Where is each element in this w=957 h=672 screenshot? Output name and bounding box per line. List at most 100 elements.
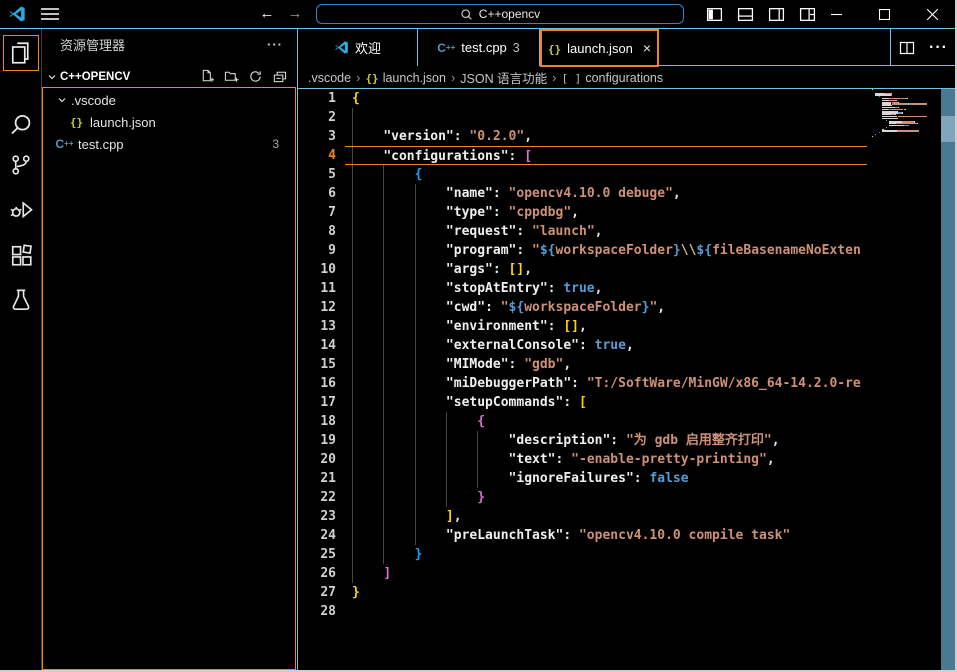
breadcrumb-item[interactable]: .vscode: [308, 71, 351, 85]
code-line[interactable]: 5 {: [298, 165, 868, 184]
more-actions-icon[interactable]: ···: [929, 39, 948, 57]
breadcrumb-item[interactable]: {}launch.json: [365, 71, 446, 85]
code-content: "args": [],: [345, 260, 867, 279]
tree-item--vscode[interactable]: .vscode: [42, 89, 297, 111]
code-content: "MIMode": "gdb",: [345, 355, 867, 374]
tree-item-label: .vscode: [71, 93, 116, 108]
forward-button[interactable]: →: [284, 3, 306, 25]
code-text: "name": "opencv4.10.0 debuge",: [345, 184, 867, 203]
code-line[interactable]: 11 "stopAtEntry": true,: [298, 279, 868, 298]
toggle-secondary-sidebar-icon[interactable]: [768, 6, 785, 23]
run-debug-icon[interactable]: [3, 191, 39, 227]
code-content: }: [345, 583, 867, 602]
code-line[interactable]: 13 "environment": [],: [298, 317, 868, 336]
tab-close-icon[interactable]: ×: [643, 40, 651, 56]
code-line[interactable]: 3 "version": "0.2.0",: [298, 127, 868, 146]
refresh-icon[interactable]: [248, 69, 263, 84]
code-line[interactable]: 10 "args": [],: [298, 260, 868, 279]
code-line[interactable]: 16 "miDebuggerPath": "T:/SoftWare/MinGW/…: [298, 374, 868, 393]
toggle-panel-icon[interactable]: [737, 6, 754, 23]
code-text: }: [345, 488, 867, 507]
code-text: {: [345, 412, 867, 431]
breadcrumb-item[interactable]: JSON 语言功能: [460, 68, 547, 87]
close-button[interactable]: [909, 0, 955, 28]
menu-icon[interactable]: [40, 6, 60, 22]
indent-guide: [415, 431, 416, 450]
code-line[interactable]: 8 "request": "launch",: [298, 222, 868, 241]
source-control-icon[interactable]: [3, 147, 39, 183]
tab-label: launch.json: [567, 41, 633, 56]
code-line[interactable]: 17 "setupCommands": [: [298, 393, 868, 412]
code-line[interactable]: 26 ]: [298, 564, 868, 583]
code-content: "type": "cppdbg",: [345, 203, 867, 222]
indent-guide: [352, 469, 353, 488]
code-line[interactable]: 23 ],: [298, 507, 868, 526]
line-number: 11: [298, 279, 345, 298]
scrollbar-thumb[interactable]: [941, 116, 956, 142]
tree-item-label: launch.json: [90, 115, 156, 130]
indent-guide: [352, 147, 353, 164]
tree-item-launch-json[interactable]: {}launch.json: [42, 111, 297, 133]
line-number: 24: [298, 526, 345, 545]
code-line[interactable]: 24 "preLaunchTask": "opencv4.10.0 compil…: [298, 526, 868, 545]
explorer-icon[interactable]: [3, 35, 39, 71]
vscode-logo-icon: [8, 5, 26, 23]
tab-welcome[interactable]: 欢迎: [298, 29, 418, 66]
code-line[interactable]: 14 "externalConsole": true,: [298, 336, 868, 355]
line-number: 27: [298, 583, 345, 602]
code-line[interactable]: 9 "program": "${workspaceFolder}\\${file…: [298, 241, 868, 260]
code-line[interactable]: 19 "description": "为 gdb 启用整齐打印",: [298, 431, 868, 450]
breadcrumb-label: launch.json: [383, 71, 446, 85]
code-text: "MIMode": "gdb",: [345, 355, 867, 374]
code-content: "cwd": "${workspaceFolder}",: [345, 298, 867, 317]
code-text: "request": "launch",: [345, 222, 867, 241]
testing-icon[interactable]: [3, 281, 39, 317]
code-content: "text": "-enable-pretty-printing",: [345, 450, 867, 469]
code-line[interactable]: 21 "ignoreFailures": false: [298, 469, 868, 488]
editor-scrollbar[interactable]: [941, 89, 956, 670]
code-line[interactable]: 22 }: [298, 488, 868, 507]
indent-guide: [383, 279, 384, 298]
tab-test-cpp[interactable]: C++test.cpp3: [418, 29, 540, 66]
code-line[interactable]: 12 "cwd": "${workspaceFolder}",: [298, 298, 868, 317]
code-line[interactable]: 27}: [298, 583, 868, 602]
new-file-icon[interactable]: [200, 69, 215, 84]
code-text: "environment": [],: [345, 317, 867, 336]
minimap[interactable]: [870, 89, 940, 145]
code-line[interactable]: 6 "name": "opencv4.10.0 debuge",: [298, 184, 868, 203]
code-line[interactable]: 1{: [298, 89, 868, 108]
workspace-section-header[interactable]: C++OPENCV: [42, 65, 297, 88]
code-line[interactable]: 15 "MIMode": "gdb",: [298, 355, 868, 374]
split-editor-icon[interactable]: [899, 40, 915, 56]
new-folder-icon[interactable]: [224, 69, 239, 84]
collapse-all-icon[interactable]: [272, 69, 287, 84]
back-button[interactable]: ←: [256, 3, 278, 25]
array-icon: [ ]: [561, 71, 581, 85]
code-line[interactable]: 20 "text": "-enable-pretty-printing",: [298, 450, 868, 469]
indent-guide: [352, 165, 353, 184]
search-view-icon[interactable]: [3, 107, 39, 143]
extensions-icon[interactable]: [3, 237, 39, 273]
breadcrumb: .vscode›{}launch.json›JSON 语言功能›[ ]confi…: [298, 67, 955, 89]
toggle-sidebar-icon[interactable]: [706, 6, 723, 23]
code-line[interactable]: 2: [298, 108, 868, 127]
code-line[interactable]: 25 }: [298, 545, 868, 564]
code-line[interactable]: 7 "type": "cppdbg",: [298, 203, 868, 222]
breadcrumb-separator: ›: [451, 70, 455, 85]
maximize-button[interactable]: [861, 0, 907, 28]
code-content: "preLaunchTask": "opencv4.10.0 compile t…: [345, 526, 867, 545]
code-line[interactable]: 28: [298, 602, 868, 621]
sidebar-more-actions[interactable]: ···: [267, 37, 283, 52]
tree-item-test-cpp[interactable]: C++test.cpp3: [42, 133, 297, 155]
command-center-search[interactable]: C++opencv: [316, 4, 684, 24]
code-content: "miDebuggerPath": "T:/SoftWare/MinGW/x86…: [345, 374, 867, 393]
minimize-button[interactable]: [813, 0, 859, 28]
indent-guide: [352, 317, 353, 336]
tab-launch-json[interactable]: {}launch.json×: [540, 29, 659, 67]
tab-badge: 3: [513, 41, 520, 55]
code-line[interactable]: 18 {: [298, 412, 868, 431]
code-line[interactable]: 4 "configurations": [: [298, 146, 868, 165]
breadcrumb-item[interactable]: [ ]configurations: [561, 71, 663, 85]
code-editor[interactable]: 1{23 "version": "0.2.0",4 "configuration…: [298, 89, 868, 621]
indent-guide: [352, 545, 353, 564]
